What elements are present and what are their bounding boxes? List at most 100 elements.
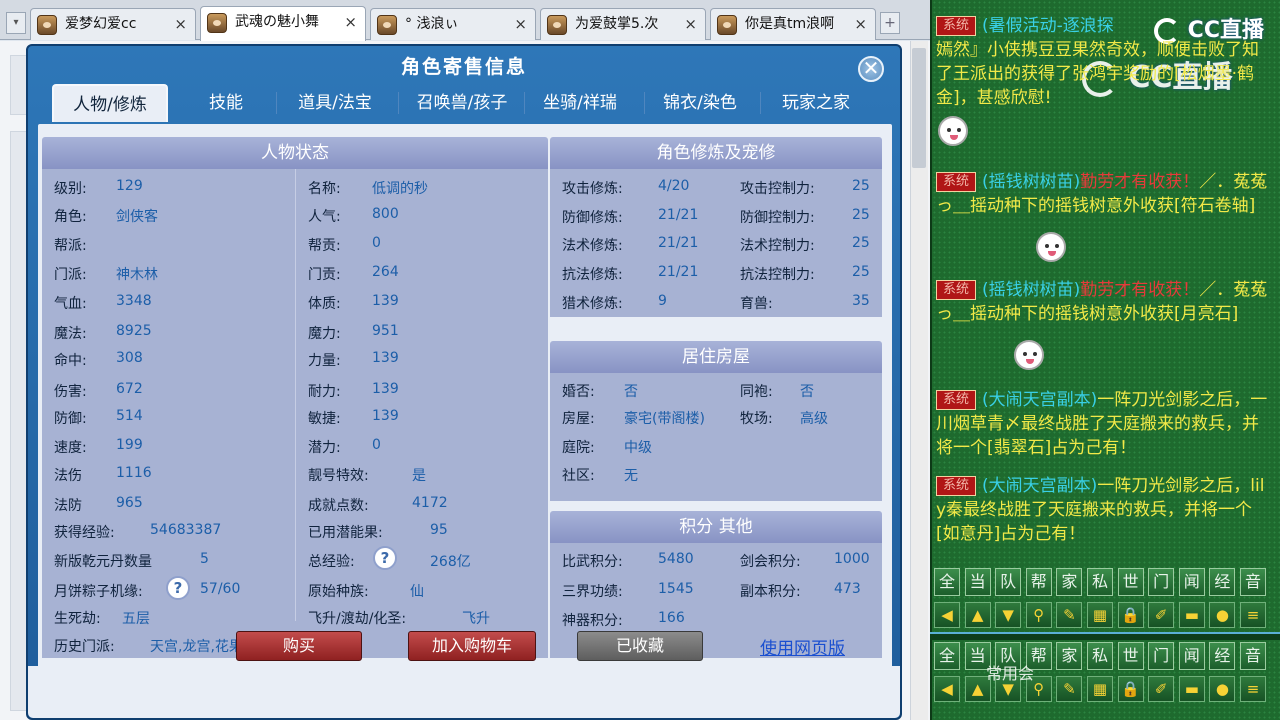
tab-list-dropdown-icon[interactable]: ▾: [6, 12, 26, 34]
field-value: 五层: [122, 611, 150, 627]
tab-summons-children[interactable]: 召唤兽/孩子: [402, 84, 522, 122]
favorited-button[interactable]: 已收藏: [577, 631, 703, 661]
lock-icon[interactable]: 🔒: [1117, 676, 1144, 702]
close-tab-icon[interactable]: ×: [174, 9, 187, 39]
chat-channel-button[interactable]: 门: [1148, 568, 1175, 596]
new-tab-button[interactable]: +: [880, 12, 900, 34]
chat-channel-button[interactable]: 闻: [1178, 568, 1205, 596]
close-tab-icon[interactable]: ×: [514, 9, 527, 39]
folder-icon[interactable]: ▬: [1178, 602, 1205, 628]
field-value: 139: [372, 381, 399, 397]
field-value: 0: [372, 235, 381, 251]
game-avatar-icon: [37, 15, 57, 35]
browser-tab-1[interactable]: 爱梦幻爱cc ×: [30, 8, 196, 40]
chat-bubble-icon[interactable]: ●: [1209, 676, 1236, 702]
grid-icon[interactable]: ▦: [1087, 602, 1113, 628]
chat-channel-button[interactable]: 世: [1117, 642, 1144, 670]
field-label: 法术控制力:: [740, 238, 815, 254]
tab-label: 武魂の魅小舞: [235, 14, 319, 30]
close-dialog-button[interactable]: ✕: [858, 56, 884, 82]
chat-channel-button[interactable]: 当: [964, 568, 991, 596]
tab-outfits-dye[interactable]: 锦衣/染色: [648, 84, 752, 122]
list-add-icon[interactable]: ≡: [1240, 602, 1266, 628]
arrow-up-icon[interactable]: ▲: [964, 602, 991, 628]
status-panel-header: 人物状态: [42, 137, 548, 169]
browser-tab-4[interactable]: 为爱鼓掌5.次 ×: [540, 8, 706, 40]
arrow-left-icon[interactable]: ◀: [934, 676, 960, 702]
field-value: 0: [372, 437, 381, 453]
chat-message: 系统 (大闹天宫副本)一阵刀光剑影之后，lily秦最终战胜了天庭搬来的救兵，并将一…: [936, 474, 1274, 546]
folder-icon[interactable]: ▬: [1178, 676, 1205, 702]
field-label: 防御:: [54, 411, 87, 427]
chat-channel-button[interactable]: 私: [1087, 568, 1113, 596]
field-value: 672: [116, 381, 143, 397]
search-icon[interactable]: ⚲: [1025, 602, 1052, 628]
field-value: 8925: [116, 323, 152, 339]
help-icon[interactable]: ?: [166, 576, 190, 600]
browser-tab-3[interactable]: ° 浅浪ぃ ×: [370, 8, 536, 40]
field-value: 473: [834, 581, 861, 597]
chat-channel-button[interactable]: 门: [1148, 642, 1175, 670]
event-name: (暑假活动-逐浪探: [982, 16, 1114, 36]
buy-button[interactable]: 购买: [236, 631, 362, 661]
chat-channel-button[interactable]: 音: [1240, 568, 1266, 596]
chat-channel-button[interactable]: 全: [934, 642, 960, 670]
field-label: 名称:: [308, 181, 341, 197]
chat-channel-button[interactable]: 全: [934, 568, 960, 596]
scrollbar-thumb[interactable]: [912, 48, 926, 168]
field-value: 139: [372, 408, 399, 424]
arrow-down-icon[interactable]: ▼: [995, 602, 1022, 628]
tab-mounts[interactable]: 坐骑/祥瑞: [528, 84, 632, 122]
chat-channel-button[interactable]: 帮: [1025, 568, 1052, 596]
event-name: (摇钱树树苗): [982, 172, 1081, 192]
field-label: 育兽:: [740, 296, 773, 312]
field-value: 35: [852, 293, 870, 309]
tab-player-home[interactable]: 玩家之家: [764, 84, 868, 122]
tab-character-cultivation[interactable]: 人物/修炼: [52, 84, 168, 122]
chat-channel-button[interactable]: 家: [1056, 642, 1083, 670]
field-label: 法防: [54, 498, 82, 514]
chat-channel-button[interactable]: 家: [1056, 568, 1083, 596]
field-label: 靓号特效:: [308, 468, 369, 484]
close-tab-icon[interactable]: ×: [344, 7, 357, 37]
close-tab-icon[interactable]: ×: [854, 9, 867, 39]
add-to-cart-button[interactable]: 加入购物车: [408, 631, 536, 661]
help-icon[interactable]: ?: [373, 546, 397, 570]
system-tag: 系统: [936, 476, 977, 496]
grid-icon[interactable]: ▦: [1087, 676, 1113, 702]
browser-tab-2[interactable]: 武魂の魅小舞 ×: [200, 6, 366, 41]
edit-icon[interactable]: ✎: [1056, 602, 1083, 628]
bunny-emoji-icon: [1014, 340, 1044, 370]
chat-channel-button[interactable]: 经: [1209, 642, 1236, 670]
web-version-link[interactable]: 使用网页版: [760, 634, 845, 659]
chat-channel-button[interactable]: 音: [1240, 642, 1266, 670]
field-value: 264: [372, 264, 399, 280]
lock-icon[interactable]: 🔒: [1117, 602, 1144, 628]
chat-channel-button[interactable]: 私: [1087, 642, 1113, 670]
tab-skills[interactable]: 技能: [178, 84, 274, 122]
field-label: 总经验:: [308, 554, 355, 570]
field-label: 抗法修炼:: [562, 267, 623, 283]
chat-channel-button[interactable]: 闻: [1178, 642, 1205, 670]
chat-splitter[interactable]: [930, 632, 1280, 640]
browser-tab-5[interactable]: 你是真tm浪啊 ×: [710, 8, 876, 40]
highlight-text: 勤劳才有收获！: [1080, 172, 1200, 192]
field-value: 139: [372, 293, 399, 309]
field-value: 965: [116, 495, 143, 511]
brush-icon[interactable]: ✐: [1148, 602, 1175, 628]
chat-channel-button[interactable]: 世: [1117, 568, 1144, 596]
field-label: 成就点数:: [308, 498, 369, 514]
chat-bubble-icon[interactable]: ●: [1209, 602, 1236, 628]
arrow-left-icon[interactable]: ◀: [934, 602, 960, 628]
tab-items-treasures[interactable]: 道具/法宝: [280, 84, 390, 122]
brush-icon[interactable]: ✐: [1148, 676, 1175, 702]
chat-channel-button[interactable]: 经: [1209, 568, 1236, 596]
list-add-icon[interactable]: ≡: [1240, 676, 1266, 702]
field-value: 800: [372, 206, 399, 222]
game-avatar-icon: [377, 15, 397, 35]
chat-channel-button[interactable]: 队: [995, 568, 1022, 596]
field-value: 25: [852, 207, 870, 223]
edit-icon[interactable]: ✎: [1056, 676, 1083, 702]
close-tab-icon[interactable]: ×: [684, 9, 697, 39]
field-label: 月饼粽子机缘:: [54, 584, 143, 600]
